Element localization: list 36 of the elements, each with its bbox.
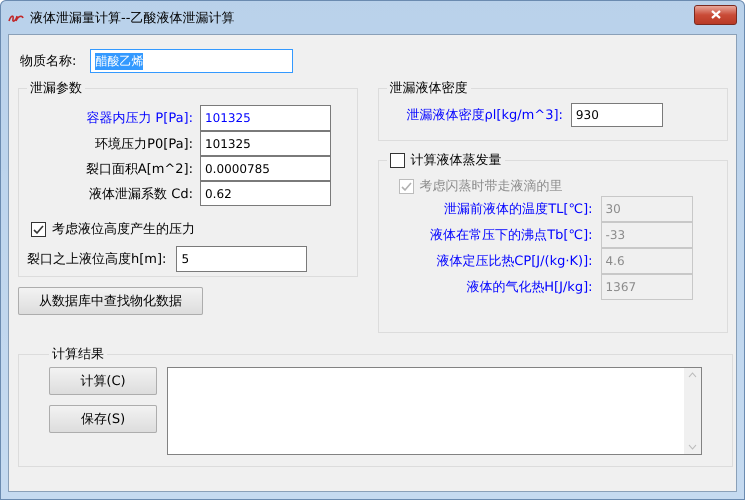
- field-label: 液体的气化热H[J/kg]:: [465, 279, 593, 296]
- checkbox-label: 考虑液位高度产生的压力: [52, 221, 195, 238]
- input-field[interactable]: 930: [570, 103, 663, 127]
- scroll-down-icon: [688, 444, 697, 450]
- result-textarea[interactable]: [167, 367, 702, 455]
- field-label: 泄漏前液体的温度TL[℃]:: [443, 201, 593, 218]
- lookup-button[interactable]: 从数据库中查找物化数据: [18, 287, 203, 315]
- input-field[interactable]: 101325: [200, 131, 331, 156]
- close-button[interactable]: [694, 4, 737, 24]
- input-field[interactable]: 5: [176, 246, 308, 272]
- scrollbar[interactable]: [684, 368, 701, 454]
- input-field[interactable]: 0.62: [200, 181, 331, 206]
- field-label: 裂口面积A[m^2]:: [84, 160, 193, 178]
- field-label: 裂口之上液位高度h[m]:: [27, 251, 166, 268]
- field-label: 泄漏液体密度ρl[kg/m^3]:: [406, 107, 563, 124]
- app-logo-icon: [8, 12, 24, 22]
- input-field[interactable]: 0.0000785: [200, 156, 331, 181]
- field-label: 环境压力P0[Pa]:: [94, 136, 193, 152]
- field-label: 液体泄漏系数 Cd:: [88, 186, 193, 202]
- field-label: 容器内压力 P[Pa]:: [85, 110, 193, 127]
- checkbox[interactable]: [390, 152, 405, 168]
- group-title: 泄漏参数: [29, 80, 83, 97]
- action-button[interactable]: 保存(S): [49, 405, 157, 433]
- checkbox[interactable]: [31, 222, 46, 236]
- field-label: 液体在常压下的沸点Tb[℃]:: [429, 227, 593, 244]
- input-field[interactable]: 101325: [200, 105, 331, 131]
- close-icon: [710, 10, 720, 19]
- group-title: 计算结果: [51, 346, 105, 363]
- window-title: 液体泄漏量计算--乙酸液体泄漏计算: [30, 10, 234, 26]
- checkbox-label: 计算液体蒸发量: [410, 152, 502, 169]
- checkbox-label: 考虑闪蒸时带走液滴的里: [420, 178, 563, 195]
- group-title: 泄漏液体密度: [388, 80, 469, 97]
- action-button[interactable]: 计算(C): [49, 367, 157, 395]
- scroll-up-icon: [688, 372, 697, 378]
- substance-label: 物质名称:: [20, 53, 76, 70]
- field-label: 液体定压比热CP[J/(kg·K)]:: [435, 253, 593, 270]
